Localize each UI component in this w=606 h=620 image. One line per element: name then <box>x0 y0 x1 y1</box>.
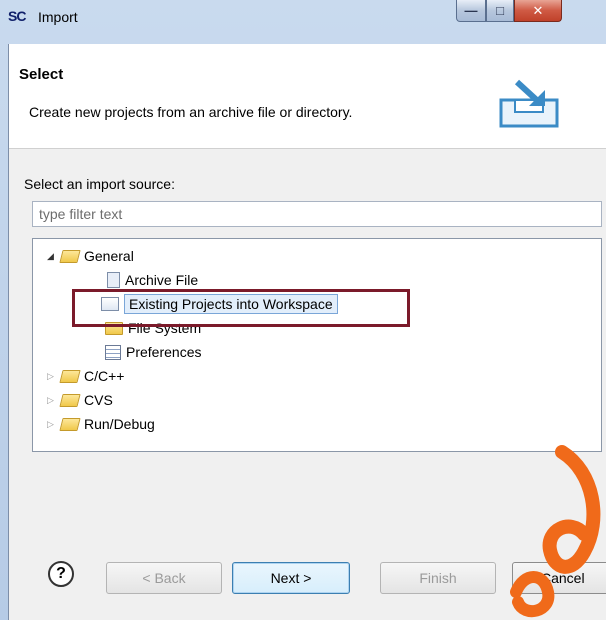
app-icon: SC <box>8 8 26 24</box>
close-button[interactable]: ✕ <box>514 0 562 22</box>
folder-open-icon <box>59 249 81 263</box>
archive-file-icon <box>107 272 120 288</box>
folder-icon <box>59 369 81 383</box>
tree-item-cpp[interactable]: ▷ C/C++ <box>47 365 124 387</box>
collapsed-arrow-icon[interactable]: ▷ <box>47 395 61 406</box>
tree-item-label: Preferences <box>126 344 202 360</box>
tree-item-archive-file[interactable]: Archive File <box>107 269 198 291</box>
finish-button[interactable]: Finish <box>380 562 496 594</box>
tree-item-preferences[interactable]: Preferences <box>105 341 201 363</box>
collapsed-arrow-icon[interactable]: ▷ <box>47 371 61 382</box>
annotation-highlight-box <box>72 289 410 327</box>
filter-input[interactable] <box>32 201 602 227</box>
tree-item-cvs[interactable]: ▷ CVS <box>47 389 113 411</box>
import-source-label: Select an import source: <box>24 176 175 192</box>
wizard-header: Select Create new projects from an archi… <box>9 44 606 149</box>
folder-icon <box>59 393 81 407</box>
next-button[interactable]: Next > <box>232 562 350 594</box>
collapsed-arrow-icon[interactable]: ▷ <box>47 419 61 430</box>
close-icon: ✕ <box>532 3 544 18</box>
import-source-tree[interactable]: ◢ General Archive File Existing Projects… <box>32 238 602 452</box>
watermark-logo <box>510 445 601 617</box>
window-title: Import <box>38 9 78 25</box>
import-wizard-icon <box>499 79 559 128</box>
maximize-icon: □ <box>496 3 504 18</box>
tree-item-label: CVS <box>84 392 113 408</box>
tree-item-general[interactable]: ◢ General <box>47 245 134 267</box>
tree-item-label: C/C++ <box>84 368 125 384</box>
back-button[interactable]: < Back <box>106 562 222 594</box>
tree-item-label: Archive File <box>125 272 199 288</box>
minimize-icon: — <box>464 3 478 18</box>
preferences-icon <box>105 344 121 360</box>
window-controls: — □ ✕ <box>456 0 606 24</box>
tree-item-label: Run/Debug <box>84 416 155 432</box>
tree-item-label: General <box>84 248 134 264</box>
expanded-arrow-icon[interactable]: ◢ <box>47 251 61 262</box>
maximize-button[interactable]: □ <box>486 0 514 22</box>
title-bar[interactable]: SC Import — □ ✕ <box>0 0 606 44</box>
tree-item-run-debug[interactable]: ▷ Run/Debug <box>47 413 155 435</box>
help-button[interactable]: ? <box>48 561 74 587</box>
folder-icon <box>59 417 81 431</box>
page-description: Create new projects from an archive file… <box>29 104 353 120</box>
page-title: Select <box>19 66 64 83</box>
minimize-button[interactable]: — <box>456 0 486 22</box>
